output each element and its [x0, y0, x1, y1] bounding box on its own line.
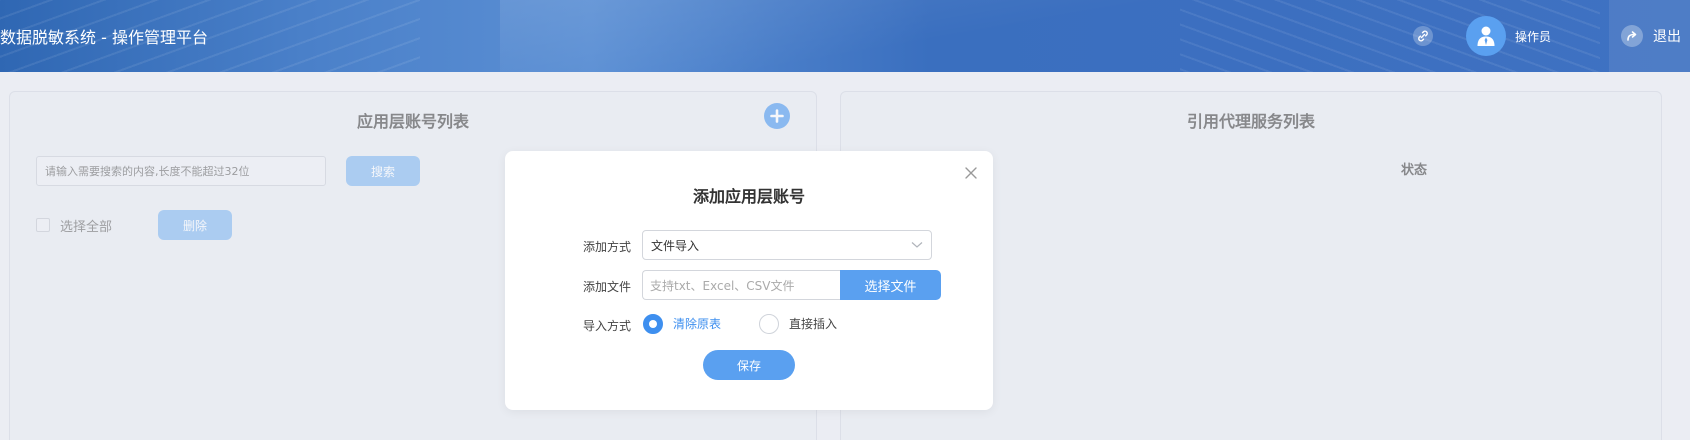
radio-direct-insert[interactable] — [759, 314, 779, 334]
logout-icon — [1621, 25, 1643, 47]
import-label: 导入方式 — [583, 319, 632, 333]
radio-clear-table-label[interactable]: 清除原表 — [673, 315, 721, 332]
header-decoration — [500, 0, 1200, 72]
chevron-down-icon — [911, 242, 923, 248]
top-header: 数据脱敏系统 - 操作管理平台 操作员 退出 — [0, 0, 1690, 72]
link-icon[interactable] — [1413, 26, 1433, 46]
logout-button[interactable]: 退出 — [1609, 0, 1690, 72]
modal-title: 添加应用层账号 — [692, 187, 805, 206]
close-icon[interactable] — [963, 165, 979, 181]
radio-direct-insert-label[interactable]: 直接插入 — [789, 315, 837, 332]
choose-file-button[interactable]: 选择文件 — [840, 270, 941, 300]
file-label: 添加文件 — [583, 280, 632, 294]
method-select-value: 文件导入 — [651, 238, 700, 253]
file-input[interactable]: 支持txt、Excel、CSV文件 — [642, 270, 840, 300]
user-icon — [1477, 26, 1495, 46]
method-label: 添加方式 — [583, 240, 632, 254]
app-title: 数据脱敏系统 - 操作管理平台 — [0, 28, 208, 47]
radio-clear-table[interactable] — [643, 314, 663, 334]
add-account-modal: 添加应用层账号 添加方式 文件导入 添加文件 支持txt、Excel、CSV文件… — [505, 151, 993, 410]
save-button[interactable]: 保存 — [703, 350, 795, 380]
logout-label: 退出 — [1653, 29, 1681, 45]
avatar[interactable] — [1466, 16, 1506, 56]
method-select[interactable]: 文件导入 — [642, 230, 932, 260]
operator-name[interactable]: 操作员 — [1515, 28, 1551, 45]
link-icon-glyph — [1418, 30, 1428, 42]
